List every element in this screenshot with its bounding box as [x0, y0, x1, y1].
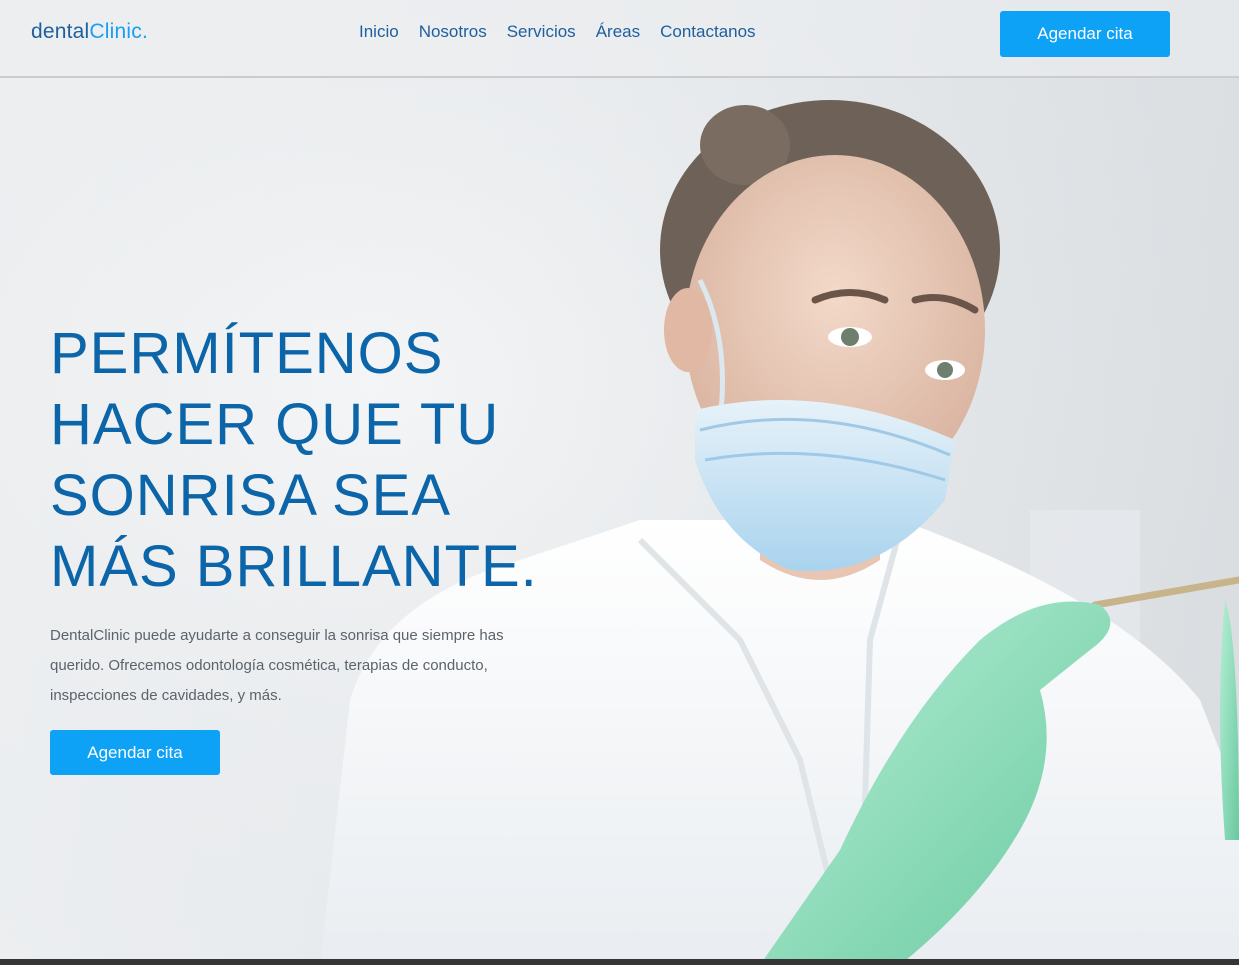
hero-description: DentalClinic puede ayudarte a conseguir … — [50, 627, 504, 704]
nav-item-contactanos[interactable]: Contactanos — [660, 22, 755, 42]
headline-line-3: SONRISA SEA — [50, 463, 452, 528]
logo-part-dental: dental — [31, 20, 90, 43]
nav-item-servicios[interactable]: Servicios — [507, 22, 576, 42]
bottom-edge-bar — [0, 959, 1239, 965]
page: dentalClinic. Inicio Nosotros Servicios … — [0, 0, 1239, 965]
headline-line-4: MÁS BRILLANTE. — [50, 534, 538, 599]
nav-item-inicio[interactable]: Inicio — [359, 22, 399, 42]
hero-headline: PERMÍTENOS HACER QUE TU SONRISA SEA MÁS … — [50, 318, 610, 602]
headline-line-2: HACER QUE TU — [50, 392, 500, 457]
nav-item-areas[interactable]: Áreas — [596, 22, 640, 42]
headline-line-1: PERMÍTENOS — [50, 321, 444, 386]
hero-book-appointment-button[interactable]: Agendar cita — [50, 730, 220, 775]
logo-part-clinic: Clinic. — [89, 20, 148, 43]
site-header: dentalClinic. Inicio Nosotros Servicios … — [0, 0, 1239, 78]
header-book-appointment-button[interactable]: Agendar cita — [1000, 11, 1170, 57]
logo[interactable]: dentalClinic. — [31, 20, 148, 44]
nav-item-nosotros[interactable]: Nosotros — [419, 22, 487, 42]
main-nav: Inicio Nosotros Servicios Áreas Contacta… — [359, 22, 756, 42]
